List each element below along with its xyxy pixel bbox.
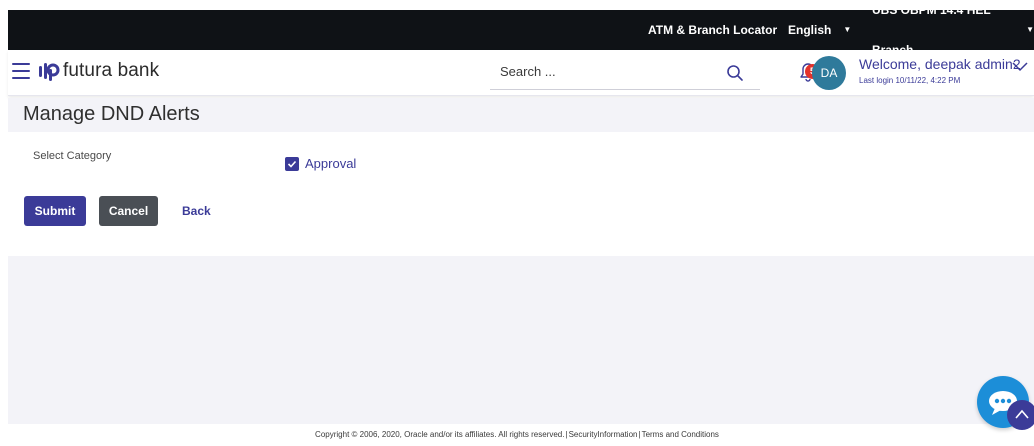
caret-down-icon: ▼: [1026, 25, 1034, 34]
avatar[interactable]: DA: [812, 56, 846, 90]
approval-checkbox[interactable]: Approval: [285, 156, 356, 171]
branch-selector[interactable]: UBS OBPM 14.4 HEL Branch ▼: [872, 3, 1034, 57]
atm-branch-locator-link[interactable]: ATM & Branch Locator: [648, 10, 777, 50]
checkbox-checked[interactable]: [285, 156, 299, 171]
search-input[interactable]: [500, 64, 710, 79]
app-header: futura bank 5 DA Welcome, deepak admin2 …: [8, 50, 1034, 96]
scroll-top-button[interactable]: [1007, 400, 1034, 430]
cancel-button[interactable]: Cancel: [99, 196, 158, 226]
language-label: English: [788, 23, 832, 37]
menu-icon[interactable]: [12, 63, 30, 79]
last-login-text: Last login 10/11/22, 4:22 PM: [859, 76, 961, 85]
security-information-link[interactable]: SecurityInformation: [569, 430, 638, 439]
chevron-up-icon: [1015, 409, 1029, 419]
submit-button[interactable]: Submit: [24, 196, 86, 226]
atm-branch-locator-label: ATM & Branch Locator: [648, 23, 778, 37]
footer: Copyright © 2006, 2020, Oracle and/or it…: [0, 430, 1034, 439]
page-title-bar: Manage DND Alerts: [8, 98, 1034, 132]
logo-text: futura bank: [63, 60, 160, 81]
language-selector[interactable]: English ▼: [788, 10, 851, 50]
copyright-text: Copyright © 2006, 2020, Oracle and/or it…: [315, 430, 565, 439]
select-category-label: Select Category: [33, 150, 112, 162]
logo-icon: [39, 63, 60, 81]
terms-and-conditions-link[interactable]: Terms and Conditions: [642, 430, 719, 439]
content-background: [8, 256, 1034, 424]
logo[interactable]: futura bank: [38, 60, 159, 82]
page-title: Manage DND Alerts: [23, 103, 200, 125]
chevron-down-icon[interactable]: [1012, 59, 1028, 73]
check-icon: [287, 160, 297, 168]
back-link[interactable]: Back: [182, 204, 211, 218]
footer-separator: |: [638, 430, 641, 439]
search-icon[interactable]: [726, 64, 744, 82]
top-bar: ATM & Branch Locator English ▼ UBS OBPM …: [8, 3, 1034, 57]
search-box: [490, 56, 760, 90]
footer-separator: |: [565, 430, 568, 439]
welcome-text[interactable]: Welcome, deepak admin2: [859, 56, 1021, 72]
form-panel: Select Category Approval Submit Cancel B…: [8, 132, 1034, 256]
caret-down-icon: ▼: [843, 25, 852, 34]
approval-label: Approval: [305, 156, 357, 171]
